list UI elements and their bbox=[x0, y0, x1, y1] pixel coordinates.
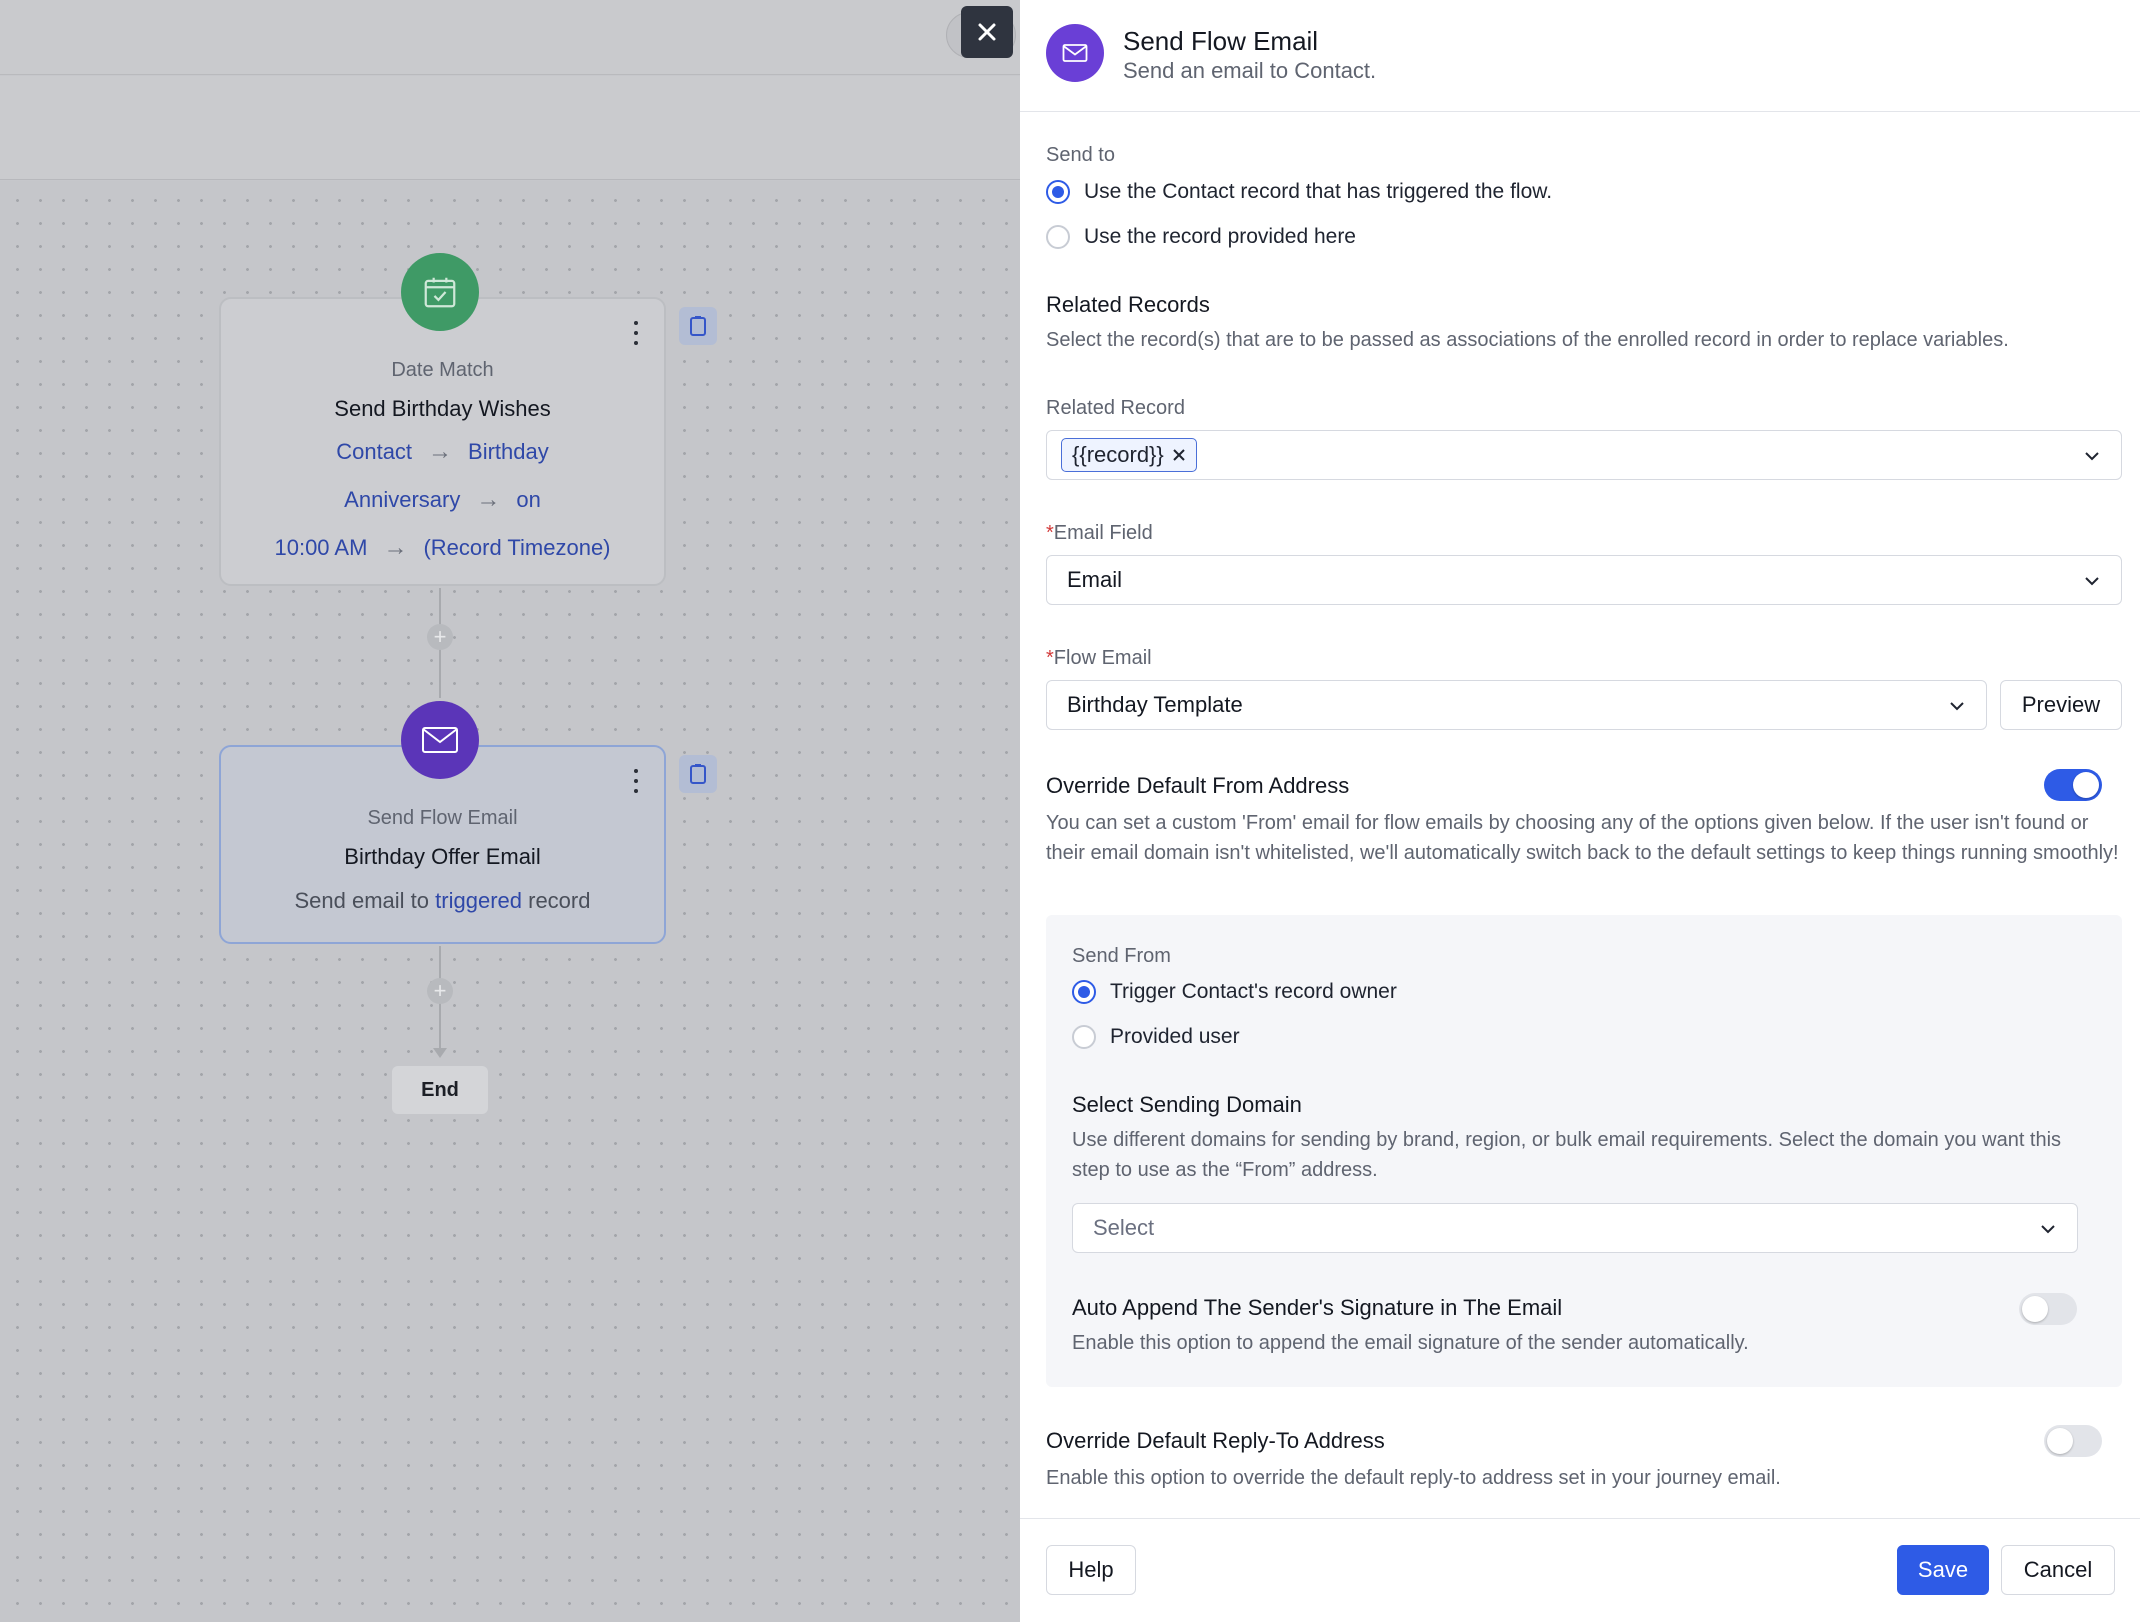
node-condition: Contact → Birthday bbox=[336, 438, 549, 465]
canvas-sub-bar bbox=[0, 76, 1020, 180]
email-field-label: *Email Field bbox=[1046, 522, 1153, 544]
related-records-description: Select the record(s) that are to be pass… bbox=[1046, 329, 2009, 351]
node-condition: Anniversary → on bbox=[344, 486, 541, 513]
send-flow-email-drawer: Send Flow Email Send an email to Contact… bbox=[1020, 0, 2140, 1622]
preview-button[interactable]: Preview bbox=[2000, 680, 2122, 730]
close-icon bbox=[978, 23, 996, 41]
save-button[interactable]: Save bbox=[1897, 1545, 1989, 1595]
signature-description: Enable this option to append the email s… bbox=[1072, 1332, 1749, 1354]
kebab-menu-icon[interactable] bbox=[632, 321, 640, 345]
kebab-menu-icon[interactable] bbox=[632, 769, 640, 793]
plus-icon[interactable]: + bbox=[427, 978, 453, 1004]
override-from-title: Override Default From Address bbox=[1046, 773, 1350, 798]
send-to-option-triggered[interactable]: Use the Contact record that has triggere… bbox=[1046, 180, 1552, 204]
node-type: Send Flow Email bbox=[367, 807, 518, 829]
send-to-option-provided[interactable]: Use the record provided here bbox=[1046, 225, 1356, 249]
send-from-option-provided-user[interactable]: Provided user bbox=[1072, 1025, 1240, 1049]
end-node[interactable]: End bbox=[392, 1066, 488, 1114]
drawer-header: Send Flow Email Send an email to Contact… bbox=[1020, 0, 2140, 112]
cancel-button[interactable]: Cancel bbox=[2001, 1545, 2115, 1595]
send-from-panel: Send From Trigger Contact's record owner… bbox=[1046, 915, 2122, 1387]
override-from-toggle[interactable] bbox=[2044, 769, 2102, 801]
chevron-down-icon bbox=[2085, 452, 2099, 461]
node-title: Send Birthday Wishes bbox=[334, 396, 551, 421]
clipboard-icon[interactable] bbox=[679, 755, 717, 793]
canvas-top-bar bbox=[0, 0, 1020, 75]
date-match-node[interactable]: Date Match Send Birthday Wishes Contact →… bbox=[219, 297, 666, 586]
node-type: Date Match bbox=[391, 359, 494, 381]
tag-remove-icon[interactable] bbox=[1172, 448, 1186, 462]
signature-title: Auto Append The Sender's Signature in Th… bbox=[1072, 1295, 1563, 1320]
related-record-label: Related Record bbox=[1046, 397, 1185, 419]
flow-canvas: e Date Match Send Birthday Wishes Contac… bbox=[0, 0, 1020, 1622]
mail-icon bbox=[401, 701, 479, 779]
related-records-title: Related Records bbox=[1046, 292, 1210, 317]
help-button[interactable]: Help bbox=[1046, 1545, 1136, 1595]
calendar-check-icon bbox=[401, 253, 479, 331]
close-drawer-button[interactable] bbox=[961, 6, 1013, 58]
drawer-subtitle: Send an email to Contact. bbox=[1123, 58, 1377, 83]
sending-domain-select[interactable]: Select bbox=[1072, 1203, 2078, 1253]
sending-domain-title: Select Sending Domain bbox=[1072, 1092, 1302, 1117]
email-field-select[interactable]: Email bbox=[1046, 555, 2122, 605]
override-reply-title: Override Default Reply-To Address bbox=[1046, 1428, 1385, 1453]
radio-unselected[interactable] bbox=[1046, 225, 1070, 249]
chevron-down-icon bbox=[2085, 577, 2099, 586]
override-reply-description: Enable this option to override the defau… bbox=[1046, 1467, 1781, 1489]
drawer-footer: Help Save Cancel bbox=[1020, 1518, 2140, 1622]
radio-unselected[interactable] bbox=[1072, 1025, 1096, 1049]
node-description: Send email to triggered record bbox=[294, 888, 591, 913]
send-from-option-owner[interactable]: Trigger Contact's record owner bbox=[1072, 980, 1397, 1004]
drawer-title: Send Flow Email bbox=[1123, 26, 1319, 56]
flow-email-select[interactable]: Birthday Template bbox=[1046, 680, 1987, 730]
clipboard-icon[interactable] bbox=[679, 307, 717, 345]
chevron-down-icon bbox=[2041, 1225, 2055, 1234]
radio-selected[interactable] bbox=[1072, 980, 1096, 1004]
flow-email-label: *Flow Email bbox=[1046, 647, 1152, 669]
arrow-down-icon bbox=[433, 1048, 447, 1058]
signature-toggle[interactable] bbox=[2019, 1293, 2077, 1325]
chevron-down-icon bbox=[1950, 702, 1964, 711]
node-condition: 10:00 AM → (Record Timezone) bbox=[274, 534, 611, 561]
send-to-label: Send to bbox=[1046, 144, 1115, 166]
related-record-select[interactable]: {{record}} bbox=[1046, 430, 2122, 480]
plus-icon[interactable]: + bbox=[427, 624, 453, 650]
record-tag: {{record}} bbox=[1061, 438, 1197, 472]
sending-domain-description: Use different domains for sending by bra… bbox=[1072, 1129, 2062, 1181]
radio-selected[interactable] bbox=[1046, 180, 1070, 204]
override-from-description: You can set a custom 'From' email for fl… bbox=[1046, 812, 2119, 864]
send-from-label: Send From bbox=[1072, 945, 1171, 967]
mail-icon bbox=[1046, 24, 1104, 82]
override-reply-toggle[interactable] bbox=[2044, 1425, 2102, 1457]
node-title: Birthday Offer Email bbox=[344, 844, 541, 869]
